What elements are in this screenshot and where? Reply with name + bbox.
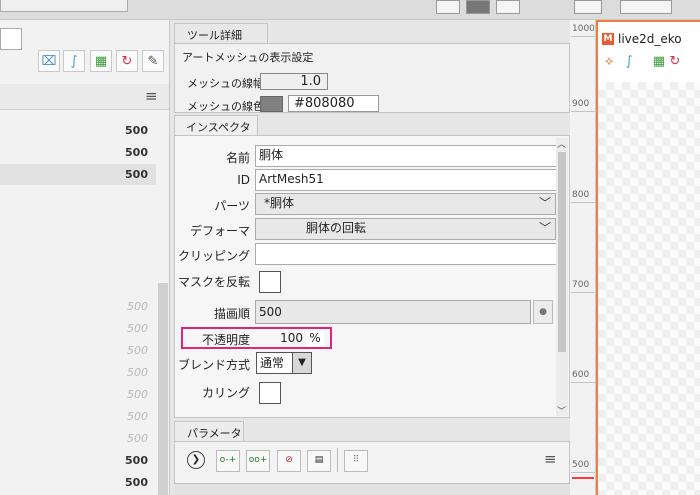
hamburger-menu-icon[interactable]: ≡ [145,87,158,105]
mesh-line-color-swatch[interactable] [260,96,283,112]
ruler-tick-label: 500 [572,460,590,470]
culling-checkbox[interactable] [259,382,281,404]
parts-select-value: *胴体 [264,196,295,210]
tab-parameter[interactable]: パラメータ [174,421,244,441]
parts-row-value: 500 [127,344,148,357]
curve-icon[interactable]: ∫ [620,52,638,70]
id-field[interactable]: ArtMesh51 [255,169,559,191]
parameter-list [174,483,570,495]
ruler-tick-line [571,382,595,383]
chevron-down-icon: ﹀ [538,221,551,235]
deformer-select[interactable]: 胴体の回転 ﹀ [255,218,556,240]
mesh-icon[interactable]: ⌧ [38,50,60,72]
ruler-tick-label: 700 [572,280,590,290]
ruler-tick-label: 600 [572,370,590,380]
blend-mode-dropdown-button[interactable]: ▼ [292,352,312,374]
ruler-tick-line [571,111,595,112]
curve-icon[interactable]: ∫ [63,50,85,72]
grid-deformer-icon[interactable]: ▦ [90,50,112,72]
mesh-line-color-field[interactable]: #808080 [288,95,379,112]
clipping-label: クリッピング [177,249,250,263]
ruler-tick-line [571,36,595,37]
parts-row-value: 500 [127,410,148,423]
ruler-tick-line [571,292,595,293]
parts-select[interactable]: *胴体 ﹀ [255,193,556,215]
draw-order-edit-button[interactable]: ● [533,300,553,324]
mesh-line-color-label: メッシュの線色 [187,100,264,113]
add-parameter-group-icon[interactable]: oo+ [246,450,270,472]
view-canvas[interactable] [598,82,700,495]
parts-row-value: 500 [127,322,148,335]
parts-row-value: 500 [125,168,148,181]
chevron-down-icon: ﹀ [538,196,551,210]
add-parameter-icon[interactable]: o-+ [216,450,240,472]
rotation-deformer-icon[interactable]: ↻ [116,50,138,72]
pen-icon[interactable]: ✎ [142,50,164,72]
id-label: ID [237,173,250,187]
opacity-field[interactable]: 100 [255,329,305,347]
top-right-button-2[interactable] [620,0,672,14]
model-file-icon: M [602,33,614,45]
toolbar-divider [337,448,338,472]
scroll-down-icon[interactable]: ﹀ [557,404,566,417]
top-toolbar-button[interactable] [0,0,128,12]
draw-order-field[interactable]: 500 [255,300,531,324]
connect-icon[interactable]: ⟡ [600,52,618,70]
mask-invert-label: マスクを反転 [177,275,250,289]
deformer-select-value: 胴体の回転 [306,221,367,235]
parts-label: パーツ [214,199,250,213]
parts-row-value: 500 [127,432,148,445]
top-toolbar-controls [378,0,672,14]
mesh-display-settings-title: アートメッシュの表示設定 [182,51,314,64]
scroll-up-icon[interactable]: ︿ [557,137,566,150]
top-right-button-1[interactable] [574,0,602,14]
name-field[interactable]: 胴体 [255,145,559,167]
clipping-field[interactable] [255,243,559,265]
mesh-line-width-field[interactable]: 1.0 [260,73,328,90]
parts-row-value: 500 [127,366,148,379]
draw-order-label: 描画順 [213,307,250,321]
mask-invert-checkbox[interactable] [259,271,281,293]
parts-row-value: 500 [125,124,148,137]
ruler-tick-label: 1000 [572,24,595,34]
blend-mode-label: ブレンド方式 [177,358,250,372]
name-label: 名前 [225,151,250,165]
parts-row-value: 500 [127,388,148,401]
culling-label: カリング [201,386,250,400]
opacity-label: 不透明度 [201,333,250,347]
parts-row-value: 500 [127,300,148,313]
search-input[interactable] [0,28,22,50]
top-small-button[interactable] [496,0,520,14]
parts-row-value: 500 [125,476,148,489]
parameter-grid-icon[interactable]: ⠿ [344,450,368,472]
top-color-swatch[interactable] [466,0,490,14]
play-circle-icon[interactable]: ❯ [187,451,205,469]
ruler-tick-line [571,202,595,203]
parameter-menu-icon[interactable]: ≡ [544,450,557,468]
opacity-unit: % [306,329,324,347]
inspector-scrollbar-thumb[interactable] [558,152,566,352]
ruler-tick-label: 800 [572,190,590,200]
rotation-deformer-icon[interactable]: ↻ [666,52,684,70]
parts-row-value: 500 [125,146,148,159]
ruler-tick-label: 900 [572,99,590,109]
view-title: live2d_eko [618,32,682,46]
parts-panel-header: ≡ [0,84,169,110]
parameter-settings-icon[interactable]: ▤ [307,450,331,472]
parts-scrollbar[interactable] [158,283,168,495]
ruler-tick-line [571,472,595,473]
tab-tool-detail[interactable]: ツール詳細 [174,23,268,43]
deformer-label: デフォーマ [189,224,250,238]
mesh-line-width-label: メッシュの線幅 [187,77,264,90]
tab-inspector[interactable]: インスペクタ [174,115,258,135]
delete-parameter-icon[interactable]: ⊘ [277,450,301,472]
top-dropdown[interactable] [436,0,460,14]
parts-row-value: 500 [125,454,148,467]
vertical-ruler [570,20,596,495]
ruler-position-marker [572,477,594,479]
